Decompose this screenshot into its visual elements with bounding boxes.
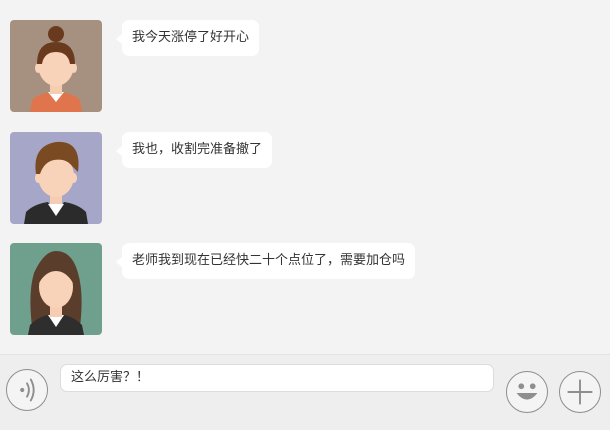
emoji-icon [516,383,538,400]
message-row: 老师我到现在已经快二十个点位了，需要加仓吗 [10,243,610,335]
plus-button[interactable] [559,371,601,413]
message-input[interactable]: 这么厉害？！ [60,364,494,392]
avatar[interactable] [10,20,102,112]
message-bubble[interactable]: 我也，收割完准备撤了 [115,132,273,168]
message-bubble[interactable]: 老师我到现在已经快二十个点位了，需要加仓吗 [115,243,416,279]
voice-icon [20,378,35,402]
chat-area: 我今天涨停了好开心 我也，收割完准备撤了 老师我到现在已经快二十个点位了，需要加… [0,0,610,354]
emoji-button[interactable] [506,371,548,413]
voice-button[interactable] [6,369,48,411]
avatar[interactable] [10,132,102,224]
message-bubble[interactable]: 我今天涨停了好开心 [115,20,260,56]
input-bar: 这么厉害？！ [0,354,610,430]
message-row: 我也，收割完准备撤了 [10,132,610,224]
message-row: 我今天涨停了好开心 [10,20,610,112]
plus-icon [567,379,593,405]
avatar[interactable] [10,243,102,335]
